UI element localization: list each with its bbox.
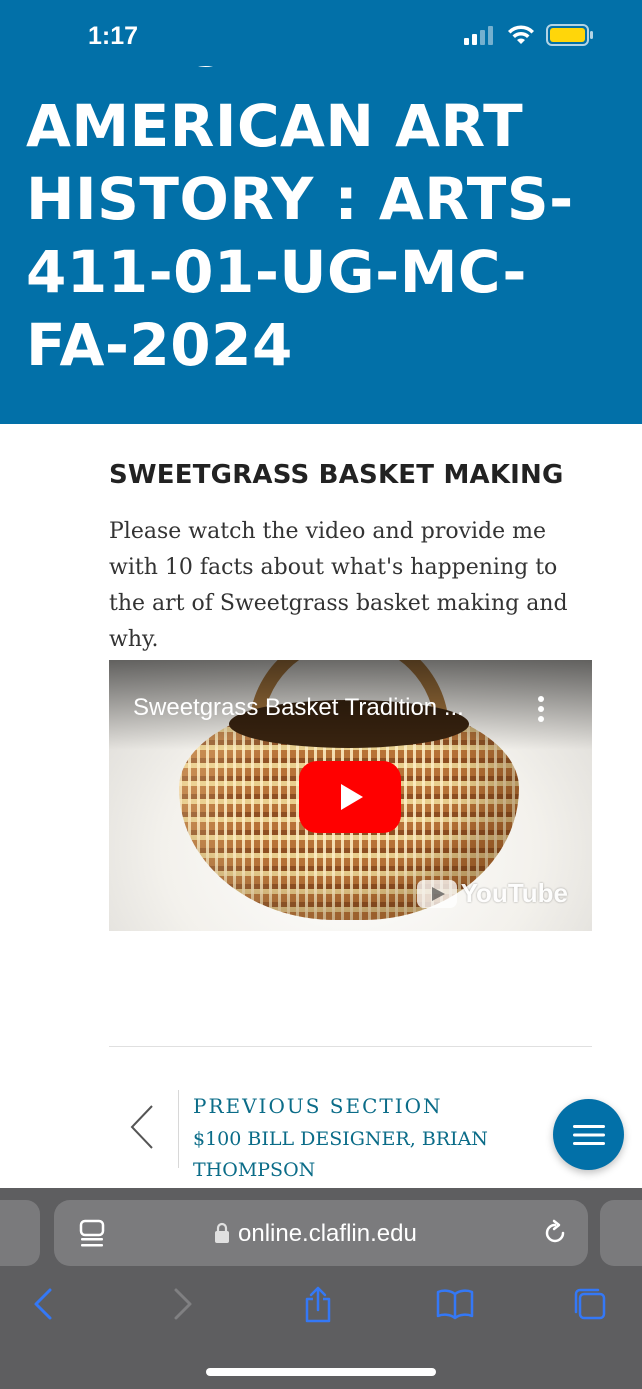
previous-chevron-icon[interactable] — [128, 1104, 156, 1150]
previous-section-label[interactable]: PREVIOUS SECTION — [193, 1094, 443, 1118]
url-text[interactable]: online.claflin.edu — [238, 1220, 417, 1248]
back-icon[interactable] — [30, 1286, 56, 1322]
previous-separator — [178, 1090, 179, 1168]
next-tab-preview[interactable] — [600, 1200, 642, 1266]
course-header: 1:17 AFRICAN AMERICAN ART HISTORY : ARTS… — [0, 0, 642, 424]
reload-icon[interactable] — [541, 1219, 569, 1247]
play-icon — [341, 784, 363, 810]
youtube-logo-icon — [416, 879, 457, 908]
youtube-logo[interactable]: YouTube — [416, 878, 568, 909]
lock-icon — [215, 1222, 229, 1243]
tabs-icon[interactable] — [572, 1286, 608, 1322]
section-heading: SWEETGRASS BASKET MAKING — [109, 460, 564, 490]
course-title: AMERICAN ART HISTORY : ARTS-411-01-UG-MC… — [26, 92, 574, 379]
video-title[interactable]: Sweetgrass Basket Tradition ... — [133, 694, 493, 722]
cellular-signal-icon — [464, 26, 493, 45]
forward-icon[interactable] — [170, 1286, 196, 1322]
clipped-title-line: AFRICAN — [27, 66, 307, 76]
youtube-video-embed[interactable]: Sweetgrass Basket Tradition ... YouTube — [109, 660, 592, 931]
battery-icon — [546, 24, 593, 46]
previous-tab-preview[interactable] — [0, 1200, 40, 1266]
share-icon[interactable] — [302, 1286, 334, 1324]
wifi-icon — [508, 25, 534, 44]
hamburger-menu-icon — [572, 1124, 605, 1145]
instructions-text: Please watch the video and provide me wi… — [109, 519, 568, 652]
youtube-wordmark: YouTube — [460, 878, 568, 908]
home-indicator — [206, 1368, 436, 1376]
bookmarks-icon[interactable] — [436, 1286, 474, 1322]
content-divider — [109, 1046, 592, 1047]
more-options-icon[interactable] — [538, 696, 544, 726]
status-icons — [464, 24, 594, 46]
page-menu-icon[interactable] — [79, 1219, 105, 1249]
status-time: 1:17 — [88, 22, 139, 50]
play-button[interactable] — [299, 761, 401, 833]
previous-section-title[interactable]: $100 BILL DESIGNER, BRIAN THOMPSON — [193, 1124, 533, 1186]
menu-button[interactable] — [553, 1099, 624, 1170]
